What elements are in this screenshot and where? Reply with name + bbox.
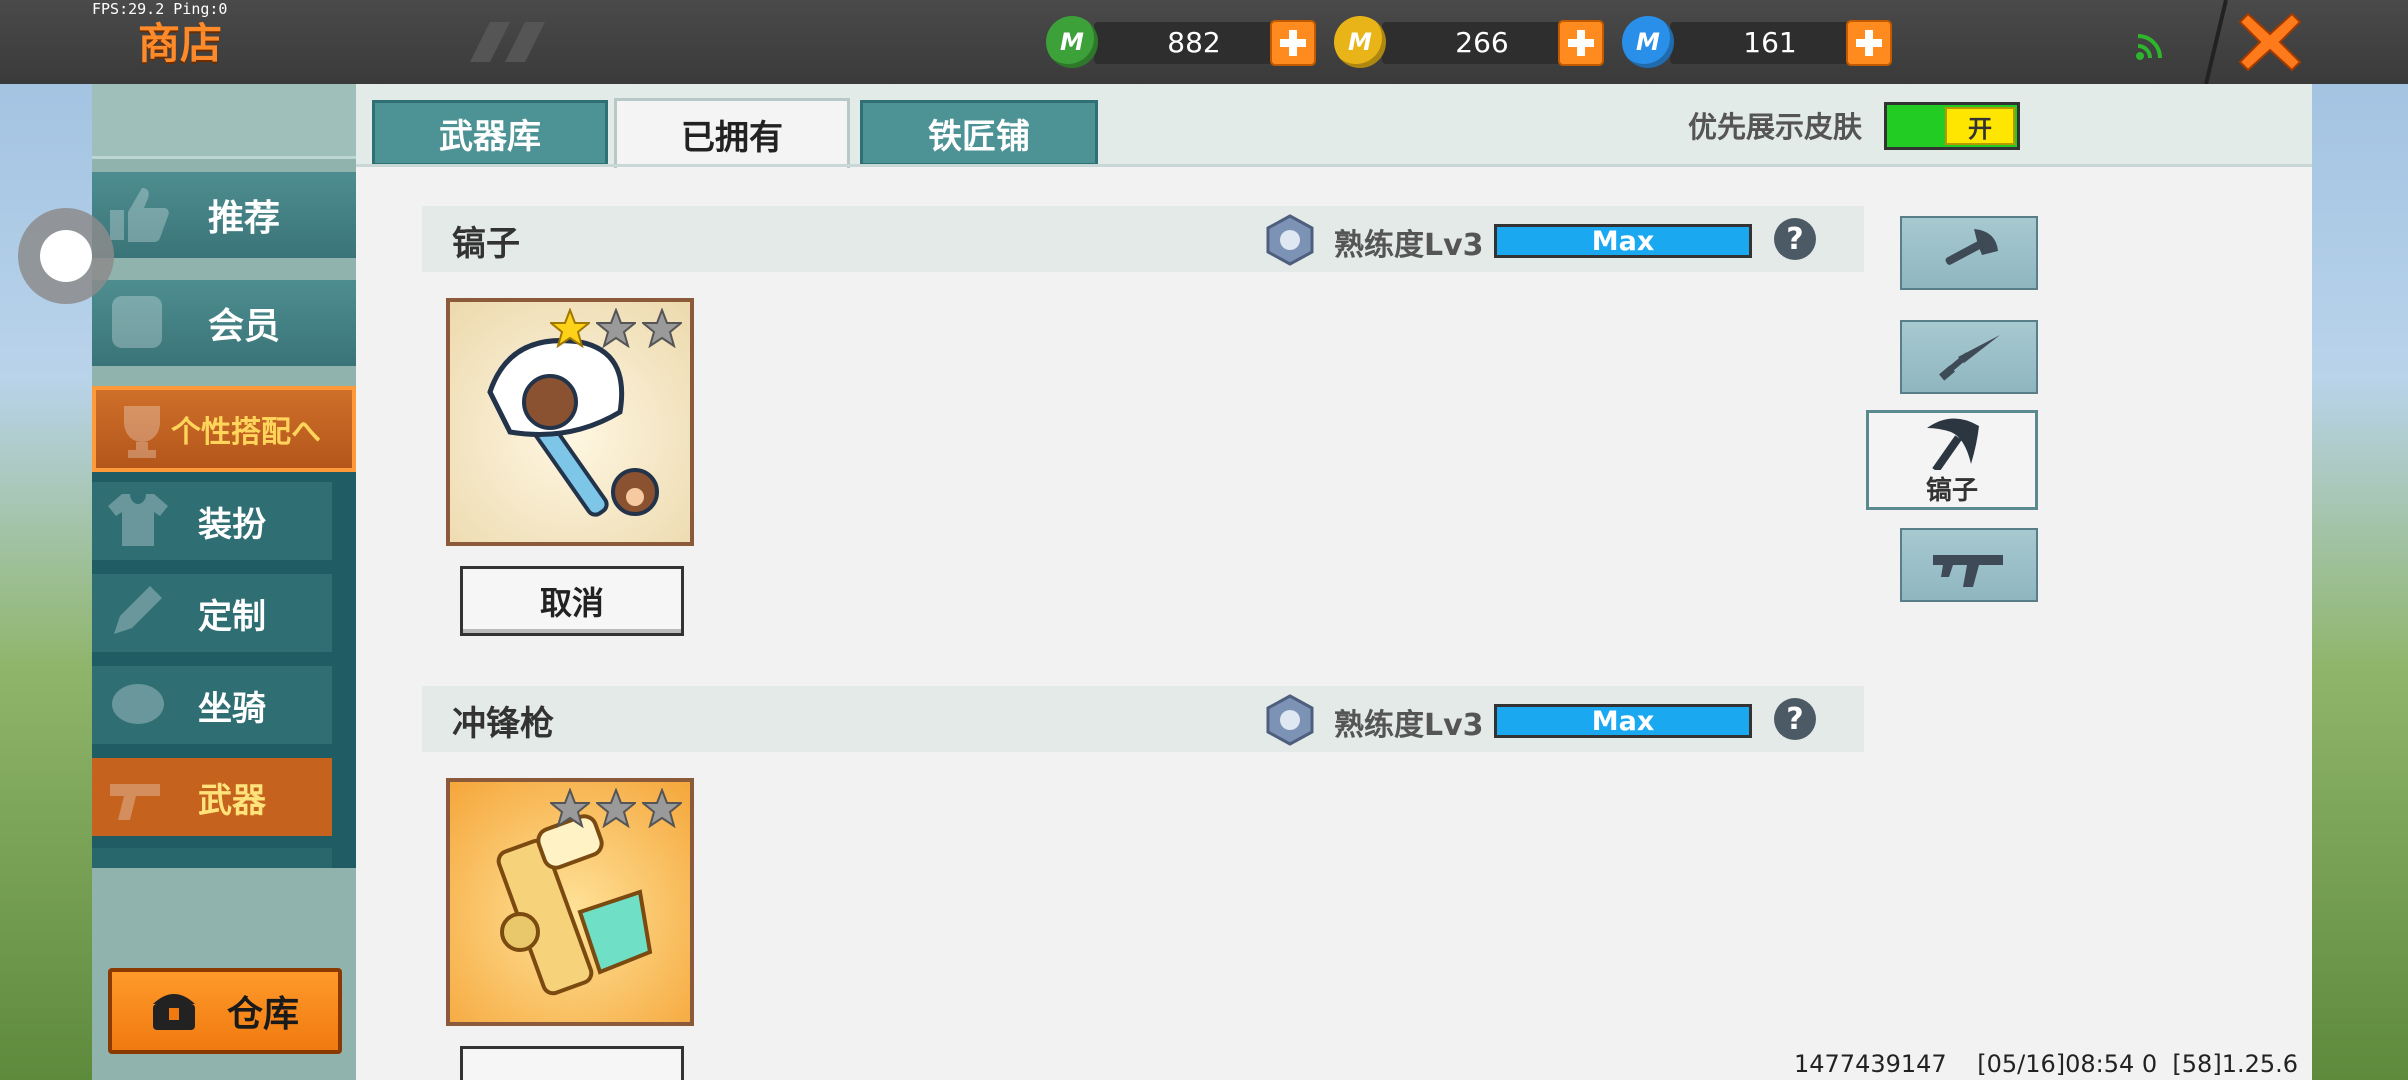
currency-green: M 882 xyxy=(1046,14,1346,72)
sidebar-item-mount[interactable]: 坐骑 xyxy=(92,666,332,744)
filter-pickaxe-button[interactable]: 镐子 xyxy=(1866,410,2038,510)
sidebar-item-outfit[interactable]: 装扮 xyxy=(92,482,332,560)
tab-divider xyxy=(356,164,2312,167)
sidebar: 推荐 会员 个性搭配へ 装扮 定制 坐骑 武器 仓库 xyxy=(92,84,356,1080)
proficiency-label: 熟练度Lv3 xyxy=(1334,228,1484,263)
sword-icon xyxy=(1939,335,2000,381)
page-title: 商店 xyxy=(138,19,223,68)
help-icon[interactable]: ? xyxy=(1774,218,1816,260)
filter-label: 镐子 xyxy=(1925,475,1978,506)
currency-value: 161 xyxy=(1743,26,1797,59)
sidebar-item-partial xyxy=(92,848,332,868)
item-header: 镐子 熟练度Lv3 Max ? xyxy=(422,206,1864,272)
skin-priority-toggle[interactable]: 开 xyxy=(1884,102,2020,150)
sidebar-item-customize[interactable]: 定制 xyxy=(92,574,332,652)
add-green-currency-button[interactable] xyxy=(1270,20,1316,66)
sidebar-item-label: 定制 xyxy=(198,596,266,637)
star-empty-icon xyxy=(642,308,682,348)
filter-sword-button[interactable] xyxy=(1900,320,2038,394)
star-empty-icon xyxy=(550,788,590,828)
item-header: 冲锋枪 熟练度Lv3 Max ? xyxy=(422,686,1864,752)
star-empty-icon xyxy=(596,308,636,348)
item-name: 镐子 xyxy=(452,224,520,264)
wifi-signal-icon xyxy=(2136,34,2162,60)
star-empty-icon xyxy=(596,788,636,828)
sidebar-item-personalize[interactable]: 个性搭配へ xyxy=(92,386,356,472)
sidebar-item-label: 推荐 xyxy=(207,198,280,239)
star-empty-icon xyxy=(642,788,682,828)
item-name: 冲锋枪 xyxy=(452,704,554,744)
top-bar: FPS:29.2 Ping:0 商店 M 882 M 266 M 161 xyxy=(0,0,2408,84)
pickaxe-icon xyxy=(1927,417,1979,470)
decorative-stripes-icon xyxy=(470,22,545,62)
pencil-icon xyxy=(114,586,162,634)
warehouse-label: 仓库 xyxy=(226,994,299,1035)
sidebar-item-label: 装扮 xyxy=(198,504,266,545)
add-blue-currency-button[interactable] xyxy=(1846,20,1892,66)
filter-axe-button[interactable] xyxy=(1900,216,2038,290)
sidebar-item-member[interactable]: 会员 xyxy=(92,280,356,366)
currency-value: 882 xyxy=(1167,26,1221,59)
build-info: 1477439147 [05/16]08:54 0 [58]1.25.6 xyxy=(1794,1050,2299,1078)
trophy-icon xyxy=(124,406,160,458)
sidebar-header xyxy=(92,84,356,159)
thumbs-up-icon xyxy=(110,188,169,242)
member-badge-icon xyxy=(112,296,162,348)
sidebar-item-label: 武器 xyxy=(198,780,266,821)
star-rating xyxy=(550,788,682,828)
pickaxe-skin-card[interactable] xyxy=(446,298,694,546)
currency-value: 266 xyxy=(1455,26,1509,59)
proficiency-bar: Max xyxy=(1494,704,1752,738)
shirt-icon xyxy=(108,494,168,546)
skin-priority-label: 优先展示皮肤 xyxy=(1688,110,1863,144)
header-divider xyxy=(2204,0,2228,84)
proficiency-label: 熟练度Lv3 xyxy=(1334,708,1484,743)
close-icon[interactable] xyxy=(2238,10,2302,74)
warehouse-button[interactable]: 仓库 xyxy=(108,968,342,1054)
proficiency-badge-icon xyxy=(1266,214,1314,266)
blue-mini-gem-icon: M xyxy=(1622,16,1674,68)
tab-armory[interactable]: 武器库 xyxy=(372,100,608,166)
toggle-knob: 开 xyxy=(1945,107,2015,145)
gun-icon xyxy=(1933,555,2003,587)
currency-blue: M 161 xyxy=(1622,14,1922,72)
green-mini-bean-icon: M xyxy=(1046,16,1098,68)
sidebar-item-label: 坐骑 xyxy=(198,688,266,729)
cancel-equip-button[interactable]: 取消 xyxy=(460,566,684,636)
tab-owned[interactable]: 已拥有 xyxy=(614,98,850,168)
sidebar-submenu: 装扮 定制 坐骑 武器 xyxy=(92,472,356,868)
revolver-icon xyxy=(110,784,160,820)
star-rating xyxy=(550,308,682,348)
tab-blacksmith[interactable]: 铁匠铺 xyxy=(860,100,1098,166)
filter-gun-button[interactable] xyxy=(1900,528,2038,602)
currency-gold: M 266 xyxy=(1334,14,1634,72)
smg-skin-card[interactable] xyxy=(446,778,694,1026)
proficiency-bar: Max xyxy=(1494,224,1752,258)
sidebar-item-weapon[interactable]: 武器 xyxy=(92,758,332,836)
help-icon[interactable]: ? xyxy=(1774,698,1816,740)
sidebar-item-label: 会员 xyxy=(207,306,280,347)
floating-assist-button[interactable] xyxy=(18,208,114,304)
star-filled-icon xyxy=(550,308,590,348)
treasure-chest-icon xyxy=(152,994,195,1030)
proficiency-badge-icon xyxy=(1266,694,1314,746)
item-action-button[interactable] xyxy=(460,1046,684,1080)
add-gold-currency-button[interactable] xyxy=(1558,20,1604,66)
mount-icon xyxy=(112,684,164,724)
gold-mini-coin-icon: M xyxy=(1334,16,1386,68)
axe-icon xyxy=(1945,229,1998,265)
sidebar-item-recommend[interactable]: 推荐 xyxy=(92,172,356,258)
